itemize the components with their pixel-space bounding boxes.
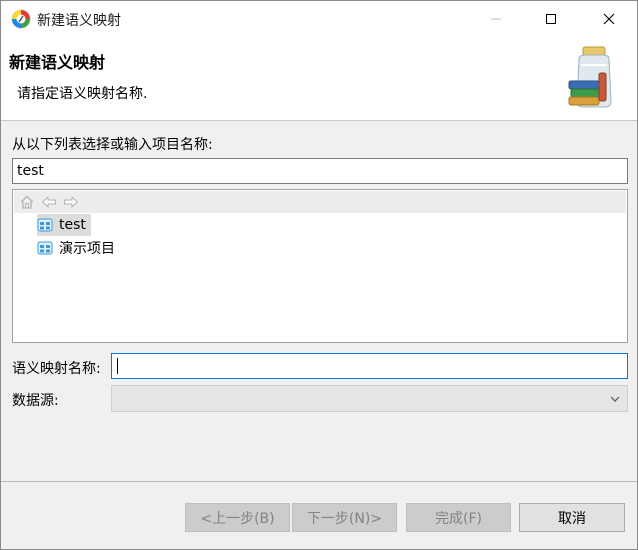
- dialog-window: 新建语义映射 新建语义映射 请指定语义映射名称. 从以下列表选择或输入项目名称:: [0, 0, 638, 550]
- footer-divider: [1, 481, 637, 482]
- tree-item-label: test: [59, 217, 86, 233]
- finish-button[interactable]: 完成(F): [406, 503, 511, 532]
- chevron-down-icon: [610, 396, 620, 402]
- project-list-label: 从以下列表选择或输入项目名称:: [12, 137, 213, 153]
- close-button[interactable]: [586, 1, 632, 37]
- minimize-button[interactable]: [473, 1, 519, 37]
- mapping-name-label: 语义映射名称:: [12, 361, 101, 377]
- forward-arrow-icon[interactable]: [63, 194, 79, 210]
- back-button[interactable]: <上一步(B): [185, 503, 290, 532]
- tree-item-test[interactable]: test: [37, 214, 91, 236]
- maximize-icon: [546, 14, 556, 24]
- project-icon: [37, 218, 53, 232]
- tree-item-label: 演示项目: [59, 241, 115, 257]
- tree-toolbar: [14, 191, 626, 213]
- close-icon: [603, 13, 615, 25]
- project-tree[interactable]: test 演示项目: [12, 189, 628, 343]
- datasource-label: 数据源:: [12, 393, 59, 409]
- project-icon: [37, 241, 53, 255]
- datasource-select[interactable]: [111, 385, 628, 412]
- window-title: 新建语义映射: [37, 13, 121, 29]
- home-icon[interactable]: [19, 194, 35, 210]
- wizard-title: 新建语义映射: [9, 53, 106, 72]
- back-arrow-icon[interactable]: [41, 194, 57, 210]
- jar-with-books-icon: [568, 46, 612, 108]
- wizard-description: 请指定语义映射名称.: [17, 86, 148, 102]
- tree-item-demo-project[interactable]: 演示项目: [37, 237, 120, 259]
- cancel-button[interactable]: 取消: [519, 503, 625, 532]
- text-caret: [117, 358, 118, 374]
- maximize-button[interactable]: [528, 1, 574, 37]
- next-button[interactable]: 下一步(N)>: [292, 503, 397, 532]
- project-name-input[interactable]: [12, 158, 628, 184]
- app-logo-icon: [11, 9, 31, 29]
- wizard-header: 新建语义映射 请指定语义映射名称.: [1, 37, 637, 121]
- title-bar[interactable]: 新建语义映射: [1, 1, 637, 37]
- minimize-icon: [491, 18, 501, 20]
- mapping-name-field[interactable]: [111, 353, 628, 379]
